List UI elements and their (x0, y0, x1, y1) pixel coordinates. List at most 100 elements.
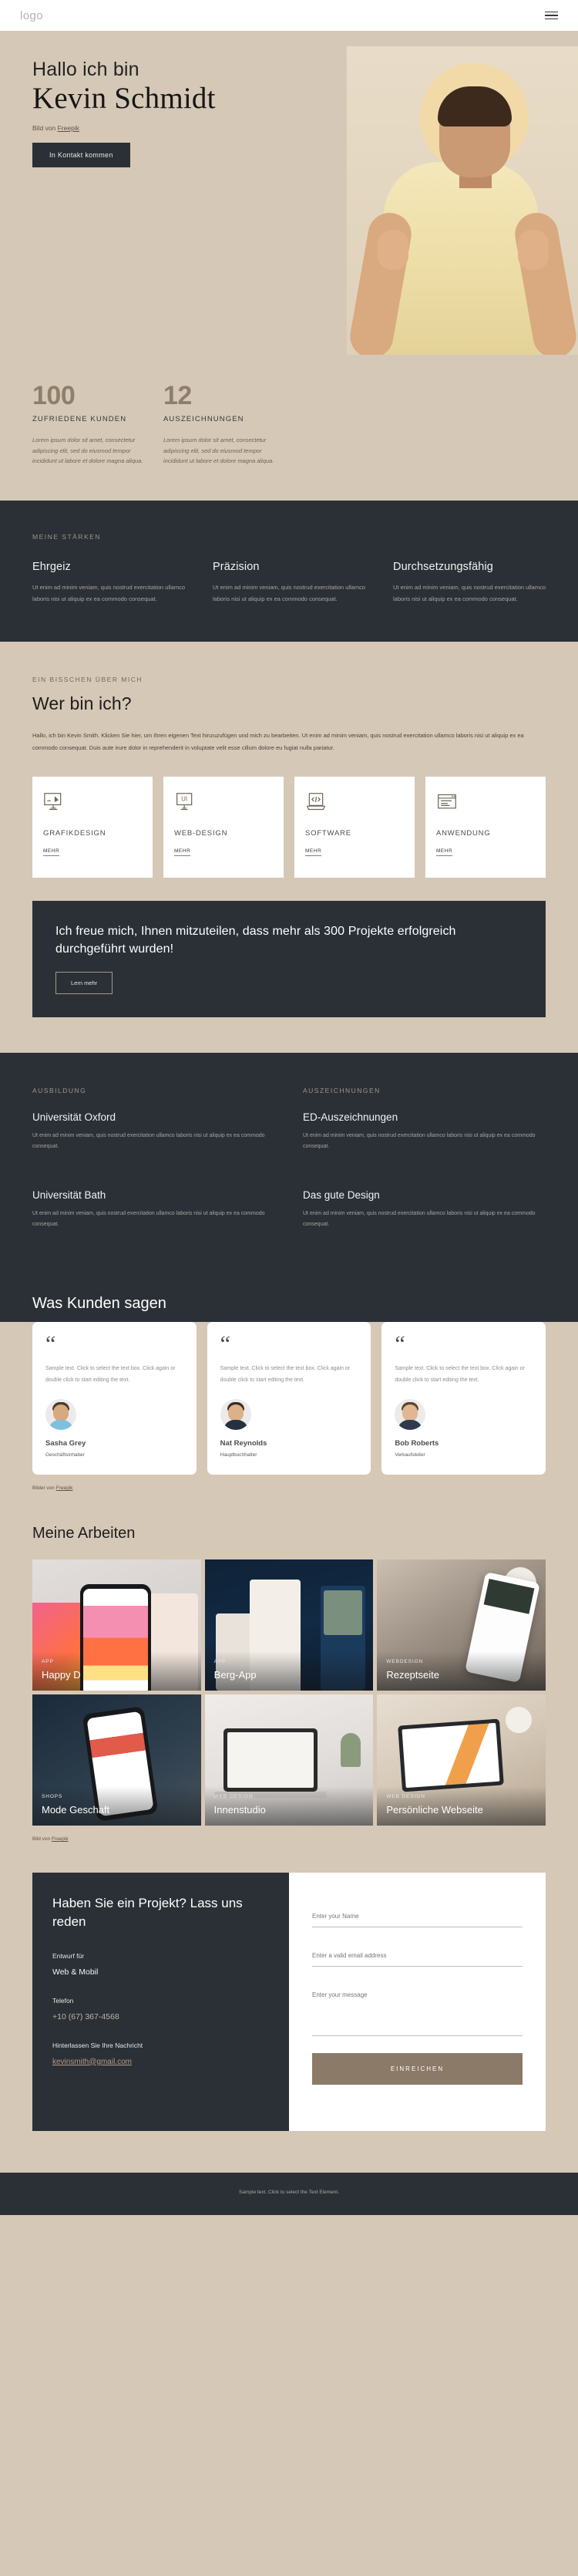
avatar (395, 1399, 426, 1431)
site-logo[interactable]: logo (20, 9, 43, 22)
awards-column: AUSZEICHNUNGEN ED-Auszeichnungen Ut enim… (303, 1087, 546, 1230)
education-section: AUSBILDUNG Universität Oxford Ut enim ad… (0, 1052, 578, 1269)
quote-mark-icon: “ (45, 1330, 56, 1357)
service-card-anwendung[interactable]: ANWENDUNG MEHR (425, 776, 546, 878)
award-item-title: Das gute Design (303, 1189, 380, 1201)
award-item-text: Ut enim ad minim veniam, quis nostrud ex… (303, 1132, 536, 1149)
works-grid: APP Happy Day-App APP Berg-App WEBDESIGN (0, 1559, 578, 1826)
strength-title: Präzision (213, 561, 260, 574)
testimonial-text: Sample text. Click to select the text bo… (395, 1365, 525, 1383)
service-card-more-link[interactable]: MEHR (305, 848, 322, 856)
stat-label: AUSZEICHNUNGEN (163, 415, 244, 423)
testimonials-section: “ Sample text. Click to select the text … (0, 1312, 578, 1498)
hero-portrait-image (346, 46, 578, 355)
email-input[interactable] (312, 1947, 523, 1967)
work-item-happy-day-app[interactable]: APP Happy Day-App (32, 1559, 201, 1691)
svg-text:UI: UI (181, 795, 187, 802)
award-item: ED-Auszeichnungen Ut enim ad minim venia… (303, 1111, 546, 1152)
stat-text: Lorem ipsum dolor sit amet, consectetur … (163, 436, 274, 465)
work-category: WEBDESIGN (386, 1659, 424, 1665)
stat-item: 100 ZUFRIEDENE KUNDEN Lorem ipsum dolor … (32, 383, 163, 467)
testimonials-credit-link[interactable]: Freepik (56, 1485, 73, 1491)
testimonials-heading-band: Was Kunden sagen (0, 1268, 578, 1313)
portrait-left-thumb (378, 230, 408, 270)
testimonial-author-name: Bob Roberts (395, 1439, 439, 1448)
testimonial-author-role: Hauptbuchhalter (220, 1452, 257, 1458)
submit-button[interactable]: EINREICHEN (312, 2053, 523, 2085)
work-overlay: WEBDESIGN Rezeptseite (377, 1651, 546, 1691)
contact-section: Haben Sie ein Projekt? Lass uns reden En… (0, 1842, 578, 2173)
service-card-title: SOFTWARE (305, 828, 351, 838)
service-card-webdesign[interactable]: UI WEB-DESIGN MEHR (163, 776, 284, 878)
contact-form: EINREICHEN (289, 1873, 546, 2132)
contact-email-link[interactable]: kevinsmith@gmail.com (52, 2058, 132, 2066)
work-thumb-detail (341, 1733, 361, 1768)
work-thumb-phone-screen (83, 1589, 148, 1691)
work-thumb-laptop (223, 1728, 318, 1792)
testimonials-title: Was Kunden sagen (32, 1294, 166, 1312)
service-card-title: GRAFIKDESIGN (43, 828, 106, 838)
portrait-right-thumb (518, 230, 549, 270)
service-card-title: WEB-DESIGN (174, 828, 228, 838)
stat-label: ZUFRIEDENE KUNDEN (32, 415, 127, 423)
cta-learn-more-button[interactable]: Lern mehr (55, 971, 113, 994)
contact-design-for-label: Entwurf für (52, 1951, 85, 1960)
contact-panel: Haben Sie ein Projekt? Lass uns reden En… (32, 1873, 546, 2132)
top-bar: logo (0, 0, 578, 31)
hero-image-credit: Bild von Freepik (32, 124, 331, 132)
work-overlay: APP Berg-App (204, 1651, 374, 1691)
service-card-software[interactable]: SOFTWARE MEHR (294, 776, 415, 878)
work-category: SHOPS (42, 1794, 63, 1800)
service-card-more-link[interactable]: MEHR (43, 848, 60, 856)
avatar (220, 1399, 251, 1431)
hero-greeting: Hallo ich bin (32, 59, 139, 80)
about-paragraph: Hallo, ich bin Kevin Smith. Klicken Sie … (32, 732, 524, 752)
name-input[interactable] (312, 1908, 523, 1928)
service-card-more-link[interactable]: MEHR (436, 848, 453, 856)
hero-contact-button[interactable]: In Kontakt kommen (32, 143, 130, 168)
work-item-mode-geschaft[interactable]: SHOPS Mode Geschaft (32, 1694, 201, 1826)
strength-item: Durchsetzungsfähig Ut enim ad minim veni… (393, 561, 546, 605)
work-item-berg-app[interactable]: APP Berg-App (204, 1559, 374, 1691)
service-card-grafikdesign[interactable]: GRAFIKDESIGN MEHR (32, 776, 153, 878)
hamburger-menu-icon[interactable] (545, 11, 558, 20)
about-eyebrow: EIN BISSCHEN ÜBER MICH (32, 676, 143, 684)
quote-mark-icon: “ (220, 1330, 230, 1357)
message-textarea[interactable] (312, 1987, 523, 2037)
work-title: Innenstudio (213, 1804, 266, 1816)
hero-credit-link[interactable]: Freepik (58, 124, 79, 132)
stat-number: 12 (163, 381, 192, 410)
avatar-body (49, 1420, 73, 1431)
strength-title: Ehrgeiz (32, 561, 71, 574)
works-credit-link[interactable]: Freepik (52, 1836, 69, 1842)
contact-title: Haben Sie ein Projekt? Lass uns reden (52, 1896, 243, 1930)
testimonial-text: Sample text. Click to select the text bo… (45, 1365, 176, 1383)
testimonial-author-role: Geschäftsinhaber (45, 1452, 85, 1458)
menu-line-3 (545, 18, 558, 20)
education-item: Universität Oxford Ut enim ad minim veni… (32, 1111, 275, 1152)
work-category: WEB DESIGN (386, 1794, 425, 1800)
menu-line-1 (545, 11, 558, 13)
work-item-rezeptseite[interactable]: WEBDESIGN Rezeptseite (377, 1559, 546, 1691)
service-card-more-link[interactable]: MEHR (174, 848, 191, 856)
work-thumb-detail (324, 1590, 363, 1636)
page-root: logo Hallo ich bin Kevin Schmidt Bild vo… (0, 0, 578, 2216)
work-item-innenstudio[interactable]: WEB-DESIGN Innenstudio (204, 1694, 374, 1826)
cta-headline: Ich freue mich, Ihnen mitzuteilen, dass … (55, 924, 456, 956)
testimonial-card: “ Sample text. Click to select the text … (381, 1321, 546, 1475)
education-eyebrow: AUSBILDUNG (32, 1086, 87, 1094)
work-item-persoenliche-webseite[interactable]: WEB DESIGN Persönliche Webseite (377, 1694, 546, 1826)
testimonial-cards: “ Sample text. Click to select the text … (0, 1321, 578, 1475)
education-item-title: Universität Oxford (32, 1111, 116, 1123)
avatar-face (227, 1404, 244, 1422)
testimonials-light-half: “ Sample text. Click to select the text … (0, 1321, 578, 1498)
contact-phone-value[interactable]: +10 (67) 367-4568 (52, 2012, 269, 2021)
strengths-columns: Ehrgeiz Ut enim ad minim veniam, quis no… (32, 561, 546, 605)
works-title: Meine Arbeiten (32, 1525, 136, 1543)
work-thumb-laptop (398, 1718, 505, 1792)
works-image-credit: Bild von Freepik (0, 1826, 578, 1842)
footer-text: Sample text. Click to select the Text El… (239, 2190, 339, 2196)
cta-banner: Ich freue mich, Ihnen mitzuteilen, dass … (32, 900, 546, 1017)
